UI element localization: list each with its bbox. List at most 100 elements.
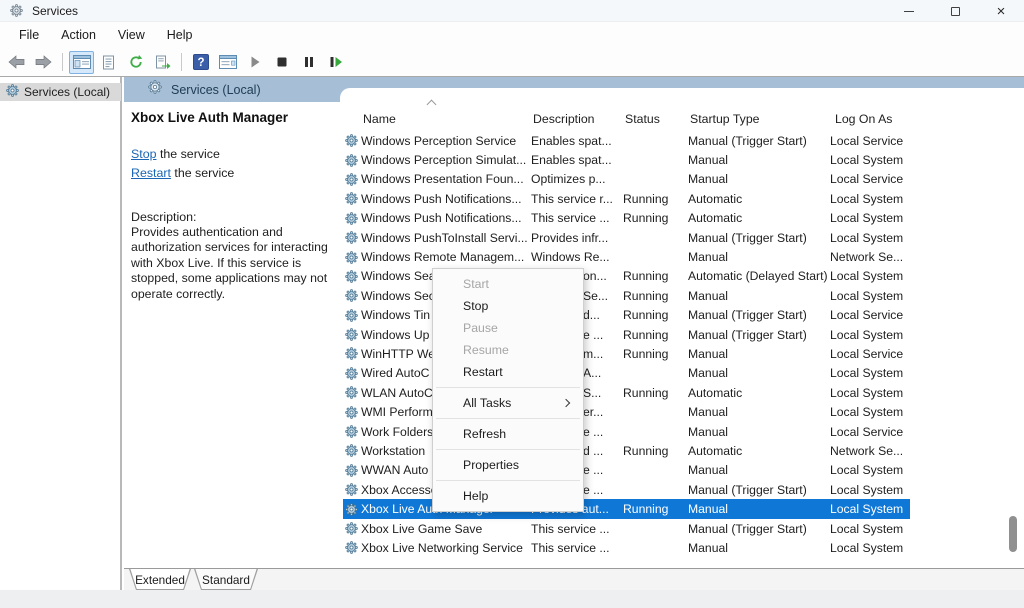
table-row[interactable]: Windows Push Notifications... This servi… <box>343 189 910 208</box>
stop-service-link[interactable]: Stop <box>131 147 157 161</box>
table-row[interactable]: Windows Sec Se... Running Manual Local S… <box>343 286 910 305</box>
service-gear-icon <box>345 347 358 360</box>
toolbar-separator <box>62 53 63 71</box>
start-service-button[interactable] <box>242 51 267 74</box>
service-status: Running <box>623 502 688 516</box>
tab-extended[interactable]: Extended <box>129 569 191 590</box>
export-list-button[interactable] <box>150 51 175 74</box>
service-gear-icon <box>345 328 358 341</box>
service-status: Running <box>623 386 688 400</box>
column-header-log-on-as[interactable]: Log On As <box>835 112 892 126</box>
service-gear-icon <box>345 406 358 419</box>
service-gear-icon <box>345 541 358 554</box>
refresh-icon <box>128 54 144 70</box>
service-log-on-as: Local System <box>830 483 910 497</box>
service-log-on-as: Local System <box>830 541 910 555</box>
service-icon-slot <box>343 464 361 477</box>
menu-view[interactable]: View <box>107 25 156 45</box>
service-status: Running <box>623 444 688 458</box>
service-icon-slot <box>343 406 361 419</box>
service-name: Windows Perception Service <box>361 134 531 148</box>
menu-item-help[interactable]: Help <box>433 485 583 507</box>
extended-view-button[interactable] <box>215 51 240 74</box>
properties-sheet-button[interactable] <box>96 51 121 74</box>
service-icon-slot <box>343 347 361 360</box>
tab-standard[interactable]: Standard <box>194 569 258 590</box>
table-row[interactable]: Windows Perception Service Enables spat.… <box>343 131 910 150</box>
table-row[interactable]: Windows Sea on... Running Automatic (Del… <box>343 267 910 286</box>
service-startup-type: Manual (Trigger Start) <box>688 483 830 497</box>
restart-icon <box>328 55 343 69</box>
table-row[interactable]: Xbox Live Auth Manager Provides aut... R… <box>343 499 910 518</box>
table-row[interactable]: Windows Tin d... Running Manual (Trigger… <box>343 306 910 325</box>
forward-button[interactable] <box>31 51 56 74</box>
column-header-name[interactable]: Name <box>363 112 396 126</box>
table-row[interactable]: Windows PushToInstall Servi... Provides … <box>343 228 910 247</box>
service-gear-icon <box>345 251 358 264</box>
service-icon-slot <box>343 444 361 457</box>
description-label: Description: <box>131 210 196 224</box>
window-close-button[interactable]: × <box>978 0 1024 22</box>
menu-file[interactable]: File <box>8 25 50 45</box>
menu-item-restart[interactable]: Restart <box>433 361 583 383</box>
toolbar-separator <box>181 53 182 71</box>
vertical-scrollbar-thumb[interactable] <box>1009 516 1017 552</box>
service-log-on-as: Local System <box>830 192 910 206</box>
service-startup-type: Automatic <box>688 386 830 400</box>
service-description: Enables spat... <box>531 153 623 167</box>
menu-item-label: Help <box>463 489 488 503</box>
table-row[interactable]: Xbox Live Networking Service This servic… <box>343 538 910 557</box>
show-console-tree-button[interactable] <box>69 51 94 74</box>
table-row[interactable]: Wired AutoC A... Manual Local System <box>343 364 910 383</box>
menu-action[interactable]: Action <box>50 25 107 45</box>
tree-item-services-local[interactable]: Services (Local) <box>0 83 121 101</box>
table-row[interactable]: WinHTTP We m... Running Manual Local Ser… <box>343 344 910 363</box>
refresh-button[interactable] <box>123 51 148 74</box>
back-button[interactable] <box>4 51 29 74</box>
restart-service-link[interactable]: Restart <box>131 166 171 180</box>
service-startup-type: Manual <box>688 347 830 361</box>
service-startup-type: Automatic <box>688 192 830 206</box>
table-row[interactable]: Windows Remote Managem... Windows Re... … <box>343 247 910 266</box>
table-row[interactable]: Windows Up e ... Running Manual (Trigger… <box>343 325 910 344</box>
table-row[interactable]: WLAN AutoC S... Running Automatic Local … <box>343 383 910 402</box>
table-row[interactable]: Work Folders e ... Manual Local Service <box>343 422 910 441</box>
table-row[interactable]: Workstation d ... Running Automatic Netw… <box>343 441 910 460</box>
service-log-on-as: Local System <box>830 269 910 283</box>
stop-service-button[interactable] <box>269 51 294 74</box>
service-name: Windows Presentation Foun... <box>361 172 531 186</box>
window-minimize-button[interactable] <box>886 0 932 22</box>
column-header-startup-type[interactable]: Startup Type <box>690 112 760 126</box>
service-log-on-as: Local System <box>830 463 910 477</box>
table-row[interactable]: Windows Presentation Foun... Optimizes p… <box>343 170 910 189</box>
extended-view-icon <box>219 55 237 69</box>
services-gear-icon <box>6 84 19 100</box>
help-button[interactable]: ? <box>188 51 213 74</box>
column-header-status[interactable]: Status <box>625 112 660 126</box>
service-icon-slot <box>343 192 361 205</box>
table-row[interactable]: Xbox Live Game Save This service ... Man… <box>343 519 910 538</box>
service-gear-icon <box>345 154 358 167</box>
service-status: Running <box>623 211 688 225</box>
pause-service-button[interactable] <box>296 51 321 74</box>
window-maximize-button[interactable] <box>932 0 978 22</box>
menu-item-stop[interactable]: Stop <box>433 295 583 317</box>
menu-help[interactable]: Help <box>156 25 204 45</box>
table-row[interactable]: Windows Perception Simulat... Enables sp… <box>343 150 910 169</box>
service-gear-icon <box>345 367 358 380</box>
submenu-arrow-icon <box>562 399 570 407</box>
maximize-icon <box>951 7 960 16</box>
table-row[interactable]: Xbox Accesso e ... Manual (Trigger Start… <box>343 480 910 499</box>
menu-item-label: Resume <box>463 343 509 357</box>
table-row[interactable]: WWAN Auto e ... Manual Local System <box>343 461 910 480</box>
window-title: Services <box>32 4 78 18</box>
table-row[interactable]: WMI Perform er... Manual Local System <box>343 402 910 421</box>
column-header-description[interactable]: Description <box>533 112 595 126</box>
table-row[interactable]: Windows Push Notifications... This servi… <box>343 209 910 228</box>
restart-service-button[interactable] <box>323 51 348 74</box>
service-log-on-as: Local System <box>830 366 910 380</box>
menu-item-refresh[interactable]: Refresh <box>433 423 583 445</box>
service-startup-type: Manual <box>688 153 830 167</box>
menu-item-all-tasks[interactable]: All Tasks <box>433 392 583 414</box>
menu-item-properties[interactable]: Properties <box>433 454 583 476</box>
